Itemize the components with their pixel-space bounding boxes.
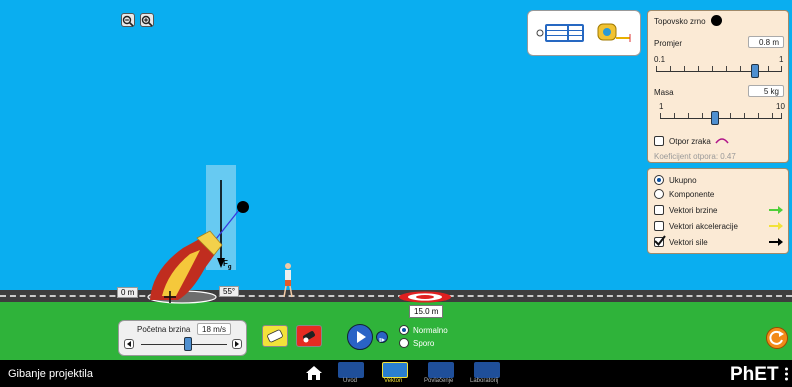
initial-speed-label: Početna brzina — [137, 325, 191, 334]
tab-intro-label[interactable]: Uvod — [343, 378, 357, 384]
cannon-height-label: 0 m — [117, 287, 139, 298]
launch-speed-panel: Početna brzina 18 m/s — [118, 320, 247, 356]
reset-all-button[interactable] — [766, 327, 788, 349]
target[interactable] — [399, 291, 451, 303]
eraser-button[interactable] — [262, 325, 288, 347]
cannon-angle-label: 55° — [219, 286, 240, 297]
fire-cannon-icon — [303, 331, 315, 343]
gravity-force-subscript: g — [227, 264, 232, 271]
person-figure — [283, 263, 293, 298]
tab-lab-label[interactable]: Laboratorij — [470, 378, 498, 384]
slow-speed-radio[interactable] — [399, 338, 409, 348]
tab-intro-icon[interactable] — [338, 362, 364, 378]
tab-vectors-icon[interactable] — [382, 362, 408, 378]
step-icon — [379, 338, 385, 342]
eraser-icon — [267, 329, 283, 343]
tab-drag-label[interactable]: Povlačenje — [424, 378, 453, 384]
scene-graphics — [147, 165, 451, 304]
tab-lab-icon[interactable] — [474, 362, 500, 378]
reset-icon — [769, 330, 784, 345]
gravity-force-label: Fg — [223, 259, 232, 271]
play-icon — [357, 331, 366, 343]
tab-vectors-label[interactable]: Vektori — [384, 378, 402, 384]
chevron-left-icon — [127, 341, 131, 347]
speed-decrease-button[interactable] — [124, 339, 134, 349]
phet-menu-button[interactable] — [784, 366, 789, 382]
sim-stage: Topovsko zrno Promjer 0.8 m 0.1 1 Masa 5… — [0, 0, 792, 387]
step-forward-button[interactable] — [376, 331, 388, 343]
app-title: Gibanje projektila — [8, 368, 93, 380]
speed-increase-button[interactable] — [232, 339, 242, 349]
kebab-menu-icon — [785, 367, 788, 381]
tab-drag-icon[interactable] — [428, 362, 454, 378]
normal-speed-radio[interactable] — [399, 325, 409, 335]
slow-speed-label[interactable]: Sporo — [413, 339, 434, 348]
normal-speed-label[interactable]: Normalno — [413, 326, 448, 335]
home-button[interactable] — [305, 364, 323, 382]
cannonball[interactable] — [237, 201, 249, 213]
speed-slider-thumb[interactable] — [184, 337, 192, 351]
initial-speed-field[interactable]: 18 m/s — [197, 323, 231, 335]
chevron-right-icon — [235, 341, 239, 347]
fire-button[interactable] — [296, 325, 322, 347]
target-distance-label[interactable]: 15.0 m — [409, 305, 444, 318]
phet-logo[interactable]: PhET — [730, 364, 779, 386]
home-icon — [306, 366, 322, 380]
play-pause-button[interactable] — [347, 324, 373, 350]
